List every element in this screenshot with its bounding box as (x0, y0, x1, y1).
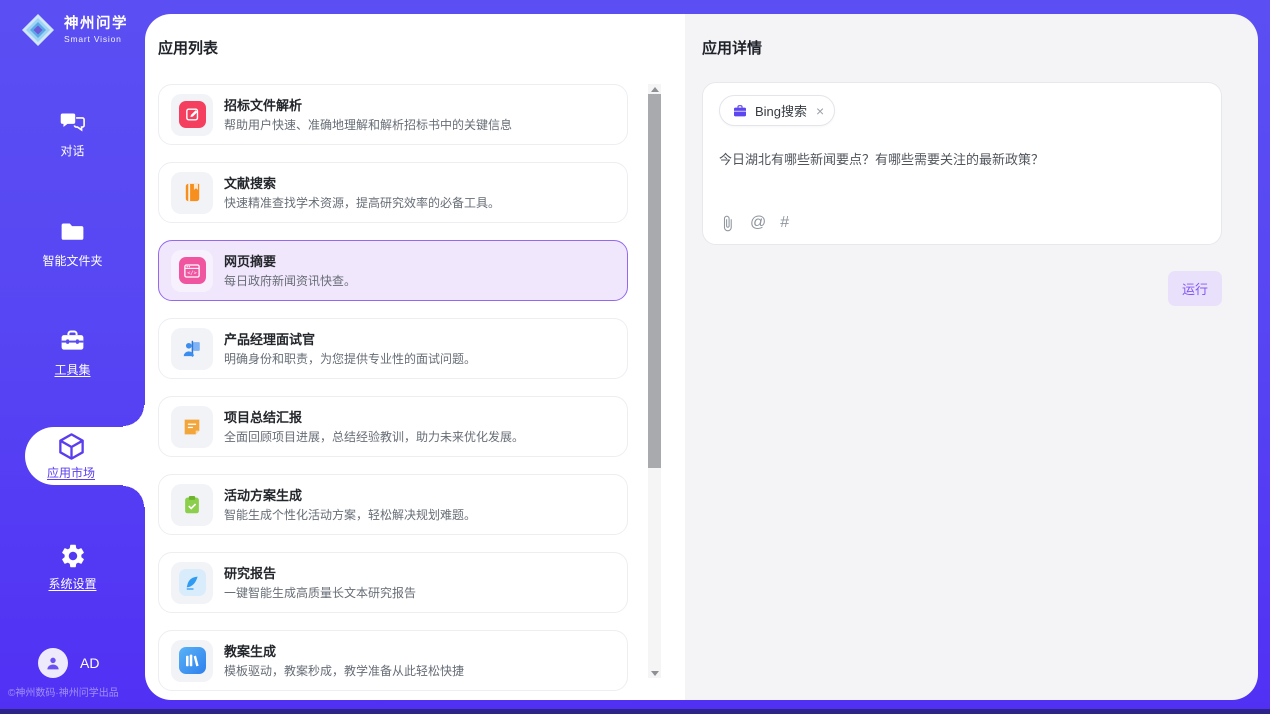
app-card-text: 网页摘要每日政府新闻资讯快查。 (224, 253, 356, 289)
svg-text:</>: </> (187, 270, 196, 276)
tool-tag-bing-search[interactable]: Bing搜索 × (719, 95, 835, 126)
app-card[interactable]: </> 网页摘要每日政府新闻资讯快查。 (158, 240, 628, 301)
sidebar-item-toolset[interactable]: 工具集 (0, 327, 145, 378)
user-initials: AD (80, 655, 99, 671)
app-list: 招标文件解析帮助用户快速、准确地理解和解析招标书中的关键信息文献搜索快速精准查找… (158, 84, 628, 700)
app-card[interactable]: 产品经理面试官明确身份和职责，为您提供专业性的面试问题。 (158, 318, 628, 379)
pen-icon (171, 94, 213, 136)
composer-toolbar: @ # (719, 214, 789, 232)
app-description: 一键智能生成高质量长文本研究报告 (224, 585, 416, 601)
mention-icon[interactable]: @ (750, 214, 766, 232)
gear-icon (59, 542, 87, 570)
app-card-text: 产品经理面试官明确身份和职责，为您提供专业性的面试问题。 (224, 331, 476, 367)
interviewer-icon (171, 328, 213, 370)
app-card[interactable]: 教案生成模板驱动，教案秒成，教学准备从此轻松快捷 (158, 630, 628, 691)
briefcase-icon (732, 103, 748, 119)
sidebar-item-label: 对话 (60, 142, 84, 159)
app-card[interactable]: 项目总结汇报全面回顾项目进展，总结经验教训，助力未来优化发展。 (158, 396, 628, 457)
brand-diamond-icon (20, 12, 56, 48)
attachment-icon[interactable] (719, 215, 736, 232)
app-description: 模板驱动，教案秒成，教学准备从此轻松快捷 (224, 663, 464, 679)
app-description: 每日政府新闻资讯快查。 (224, 273, 356, 289)
app-list-title: 应用列表 (145, 14, 685, 57)
app-name: 研究报告 (224, 565, 416, 582)
sidebar-item-system-settings[interactable]: 系统设置 (0, 542, 145, 592)
app-name: 招标文件解析 (224, 97, 512, 114)
app-card[interactable]: 文献搜索快速精准查找学术资源，提高研究效率的必备工具。 (158, 162, 628, 223)
user-account[interactable]: AD (38, 648, 99, 678)
app-name: 教案生成 (224, 643, 464, 660)
book-icon (171, 172, 213, 214)
sidebar-item-label: 应用市场 (47, 464, 95, 481)
app-name: 项目总结汇报 (224, 409, 524, 426)
app-description: 明确身份和职责，为您提供专业性的面试问题。 (224, 351, 476, 367)
brand-subtitle: Smart Vision (64, 34, 128, 44)
sidebar-item-conversation[interactable]: 对话 (0, 108, 145, 159)
prompt-card: Bing搜索 × 今日湖北有哪些新闻要点？有哪些需要关注的最新政策？ @ # (702, 82, 1222, 245)
app-card-text: 项目总结汇报全面回顾项目进展，总结经验教训，助力未来优化发展。 (224, 409, 524, 445)
close-icon[interactable]: × (816, 104, 824, 118)
sidebar-item-label: 系统设置 (48, 575, 96, 592)
app-description: 全面回顾项目进展，总结经验教训，助力未来优化发展。 (224, 429, 524, 445)
up-arrow-icon (651, 87, 659, 92)
app-name: 网页摘要 (224, 253, 356, 270)
sidebar-item-label: 工具集 (54, 361, 90, 378)
app-name: 文献搜索 (224, 175, 500, 192)
scrollbar-up-button[interactable] (648, 84, 661, 94)
sidebar-item-smart-folder[interactable]: 智能文件夹 (0, 218, 145, 269)
memo-icon (171, 406, 213, 448)
app-card-text: 活动方案生成智能生成个性化活动方案，轻松解决规划难题。 (224, 487, 476, 523)
toolbox-icon (58, 327, 87, 356)
app-detail-title: 应用详情 (702, 14, 1222, 57)
scrollbar-down-button[interactable] (648, 668, 661, 678)
down-arrow-icon (651, 671, 659, 676)
sidebar-item-app-market[interactable]: 应用市场 (25, 427, 145, 485)
avatar (38, 648, 68, 678)
hash-icon[interactable]: # (780, 214, 789, 232)
scrollbar[interactable] (648, 84, 661, 678)
user-icon (44, 654, 62, 672)
app-card-text: 文献搜索快速精准查找学术资源，提高研究效率的必备工具。 (224, 175, 500, 211)
clipboard-icon (171, 484, 213, 526)
app-description: 智能生成个性化活动方案，轻松解决规划难题。 (224, 507, 476, 523)
chat-icon (58, 108, 87, 137)
books-icon (171, 640, 213, 682)
app-list-panel: 应用列表 招标文件解析帮助用户快速、准确地理解和解析招标书中的关键信息文献搜索快… (145, 14, 685, 700)
prompt-text[interactable]: 今日湖北有哪些新闻要点？有哪些需要关注的最新政策？ (719, 150, 1205, 169)
app-card-text: 教案生成模板驱动，教案秒成，教学准备从此轻松快捷 (224, 643, 464, 679)
copyright: ©神州数码·神州问学出品 (8, 684, 119, 699)
app-name: 活动方案生成 (224, 487, 476, 504)
app-detail-panel: 应用详情 Bing搜索 × 今日湖北有哪些新闻要点？有哪些需要关注的最新政策？ (685, 14, 1258, 700)
app-name: 产品经理面试官 (224, 331, 476, 348)
app-card-text: 招标文件解析帮助用户快速、准确地理解和解析招标书中的关键信息 (224, 97, 512, 133)
quill-icon (171, 562, 213, 604)
app-card[interactable]: 研究报告一键智能生成高质量长文本研究报告 (158, 552, 628, 613)
run-button[interactable]: 运行 (1168, 271, 1222, 306)
brand-logo: 神州问学 Smart Vision (20, 12, 128, 48)
app-description: 快速精准查找学术资源，提高研究效率的必备工具。 (224, 195, 500, 211)
scrollbar-thumb[interactable] (648, 94, 661, 468)
main-content: 应用列表 招标文件解析帮助用户快速、准确地理解和解析招标书中的关键信息文献搜索快… (145, 14, 1258, 700)
brand-name: 神州问学 (64, 16, 128, 32)
action-row: 运行 (702, 271, 1222, 306)
folder-icon (58, 218, 87, 247)
app-description: 帮助用户快速、准确地理解和解析招标书中的关键信息 (224, 117, 512, 133)
tool-tag-label: Bing搜索 (755, 101, 807, 120)
cube-icon (56, 431, 87, 462)
app-card[interactable]: 招标文件解析帮助用户快速、准确地理解和解析招标书中的关键信息 (158, 84, 628, 145)
sidebar-item-label: 智能文件夹 (42, 252, 102, 269)
app-card-text: 研究报告一键智能生成高质量长文本研究报告 (224, 565, 416, 601)
sidebar: 神州问学 Smart Vision 对话智能文件夹工具集应用市场系统设置 AD … (0, 0, 145, 714)
app-card[interactable]: 活动方案生成智能生成个性化活动方案，轻松解决规划难题。 (158, 474, 628, 535)
browser-code-icon: </> (171, 250, 213, 292)
window-bottom-edge (0, 709, 1270, 714)
